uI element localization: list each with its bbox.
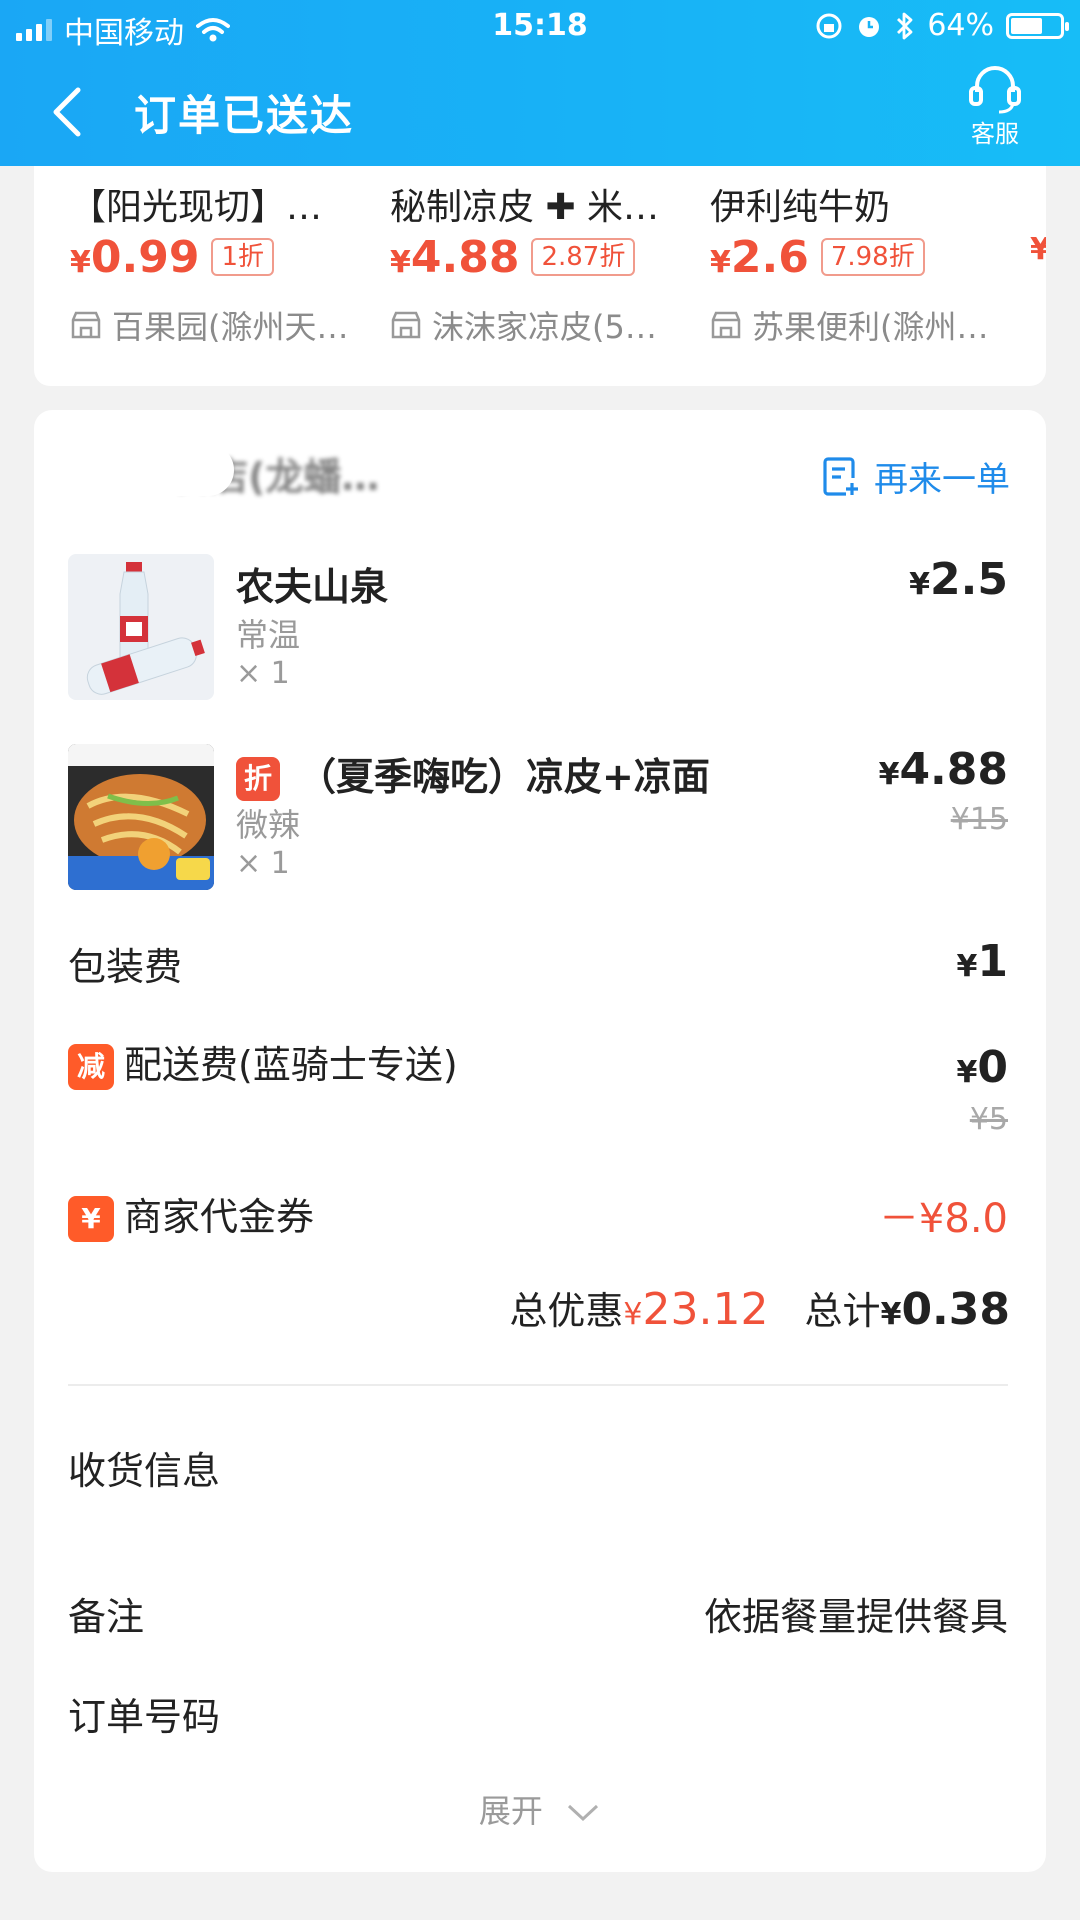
rec-shop: 苏果便利(滁州…	[710, 302, 1010, 348]
item-name-row: 折 （夏季嗨吃）凉皮+凉面	[236, 746, 710, 801]
rec-discount: 1折	[211, 238, 274, 276]
back-arrow-icon[interactable]	[44, 84, 94, 140]
delivery-label: 配送费(蓝骑士专送)	[124, 1043, 458, 1087]
item-original-price: ¥15	[950, 802, 1008, 837]
nav-bar: 订单已送达 客服	[0, 62, 1080, 162]
packaging-fee-row: 包装费 ¥1	[68, 936, 1008, 991]
rec-price: ¥0.99 1折	[70, 232, 274, 283]
voucher-label: 商家代金券	[124, 1195, 315, 1239]
rec-price: ¥4.88 2.87折	[390, 232, 636, 283]
alarm-icon	[859, 16, 880, 37]
remark-value: 依据餐量提供餐具	[703, 1595, 1008, 1639]
rec-name: 秘制凉皮 ✚ 米…	[390, 187, 660, 228]
voucher-row: ¥ 商家代金券 －¥8.0	[68, 1186, 1008, 1242]
item-price: ¥4.88	[878, 744, 1008, 795]
battery-percent: 64%	[927, 8, 994, 43]
shop-icon	[711, 311, 741, 339]
item-spec: 微辣	[236, 806, 301, 844]
reorder-button[interactable]: 再来一单	[822, 452, 1010, 501]
remark-label: 备注	[68, 1595, 145, 1639]
order-card: …食店(龙蟠… 再来一单 农夫山泉 常温 × 1 ¥2.5 折 （夏季嗨吃）凉皮…	[34, 410, 1046, 1872]
item-spec: 常温	[236, 616, 301, 654]
rec-price: ¥2.6 7.98折	[710, 232, 925, 283]
packaging-value: ¥1	[956, 936, 1009, 987]
delivery-fee-row: 减配送费(蓝骑士专送) ¥0 ¥5	[68, 1034, 1009, 1137]
reorder-icon	[823, 456, 858, 496]
item-name: （夏季嗨吃）凉皮+凉面	[298, 755, 710, 799]
battery-fill	[1011, 17, 1042, 34]
orientation-lock-icon	[816, 13, 842, 38]
remark-row: 备注 依据餐量提供餐具	[68, 1586, 1008, 1641]
delivery-info-row: 收货信息	[68, 1440, 1008, 1495]
redaction-mark	[394, 448, 554, 492]
discount-total-value: ¥23.12	[623, 1284, 769, 1335]
order-number-row: 订单号码	[68, 1686, 1008, 1741]
status-bar: 中国移动 15:18 64%	[0, 0, 1080, 52]
shop-icon	[71, 311, 101, 339]
battery-icon	[1006, 12, 1069, 39]
voucher-badge: ¥	[68, 1196, 114, 1242]
bluetooth-icon	[897, 12, 913, 39]
item-quantity: × 1	[236, 846, 290, 881]
shop-name-row[interactable]: …食店(龙蟠…	[34, 438, 594, 508]
order-number-label: 订单号码	[68, 1695, 221, 1739]
item-name: 农夫山泉	[236, 565, 389, 609]
discount-total-label: 总优惠	[509, 1289, 624, 1333]
product-image-noodles	[68, 744, 214, 890]
headset-icon	[969, 66, 1021, 114]
page-title: 订单已送达	[134, 91, 355, 140]
chevron-down-icon	[568, 1804, 599, 1822]
delivery-value: ¥0	[956, 1042, 1009, 1093]
rec-name: 【阳光现切】…	[70, 187, 323, 228]
top-app-bar: 中国移动 15:18 64% 订单已送达 客服	[0, 0, 1080, 166]
rec-discount: 7.98折	[820, 238, 925, 276]
rec-shop: 百果园(滁州天…	[70, 302, 370, 348]
rec-discount: 2.87折	[531, 238, 636, 276]
packaging-label: 包装费	[68, 945, 183, 989]
shop-icon	[391, 311, 421, 339]
rec-name: 伊利纯牛奶	[710, 187, 891, 228]
reorder-label: 再来一单	[874, 460, 1010, 500]
totals-row: 总优惠¥23.12 总计¥0.38	[509, 1280, 1010, 1335]
delivery-info-label: 收货信息	[68, 1449, 221, 1493]
expand-label: 展开	[478, 1792, 543, 1830]
item-price: ¥2.5	[909, 554, 1008, 605]
redaction-mark	[34, 444, 234, 496]
order-item: 农夫山泉 常温 × 1 ¥2.5	[68, 554, 1008, 704]
recommendation-strip[interactable]: 【阳光现切】… ¥0.99 1折 百果园(滁州天… 秘制凉皮 ✚ 米… ¥4.88…	[34, 166, 1046, 386]
delivery-original: ¥5	[969, 1102, 1008, 1137]
grand-total-value: ¥0.38	[880, 1284, 1010, 1335]
grand-total-label: 总计	[804, 1289, 881, 1333]
customer-service-button[interactable]: 客服	[950, 62, 1040, 149]
service-label: 客服	[971, 120, 1019, 148]
rec-price-partial: ¥	[1030, 232, 1046, 267]
status-right: 64%	[815, 8, 1069, 43]
product-image-water	[68, 554, 214, 700]
divider	[68, 1384, 1008, 1386]
order-item: 折 （夏季嗨吃）凉皮+凉面 微辣 × 1 ¥4.88 ¥15	[68, 744, 1008, 894]
rec-shop: 沫沫家凉皮(5…	[390, 302, 690, 348]
voucher-value: －¥8.0	[878, 1196, 1008, 1242]
expand-button[interactable]: 展开	[34, 1786, 1046, 1832]
discount-tag: 折	[236, 757, 280, 801]
item-quantity: × 1	[236, 656, 290, 691]
reduce-badge: 减	[68, 1044, 114, 1090]
